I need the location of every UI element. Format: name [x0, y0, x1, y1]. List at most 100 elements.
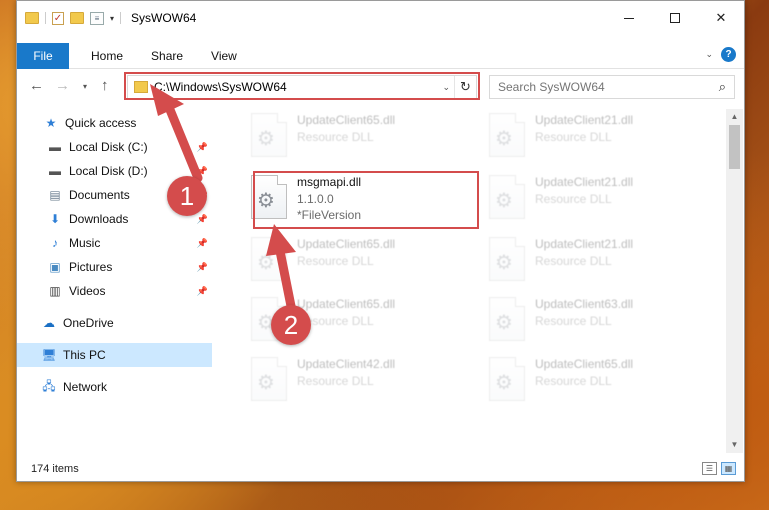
up-button[interactable]: ↑ — [101, 77, 109, 94]
search-icon[interactable]: ⌕ — [719, 79, 726, 95]
toolbar-divider — [120, 12, 122, 24]
sidebar-item-pictures[interactable]: ▣ Pictures 📌 — [17, 255, 212, 279]
file-name: UpdateClient21.dll — [535, 113, 634, 127]
scroll-up-icon[interactable]: ▲ — [726, 109, 743, 125]
file-description: Resource DLL — [535, 130, 612, 144]
search-box[interactable]: ⌕ — [489, 75, 735, 99]
file-highlight-box — [253, 171, 479, 229]
tab-file[interactable]: File — [17, 42, 69, 69]
dll-file-icon — [251, 113, 287, 157]
sidebar-item-local-disk-c[interactable]: ▬ Local Disk (C:) 📌 — [17, 135, 212, 159]
ribbon-right-controls: ⌄ ? — [705, 47, 736, 62]
close-button[interactable]: ✕ — [698, 1, 744, 35]
tiles-view-icon[interactable]: ▦ — [721, 462, 736, 475]
star-icon: ★ — [45, 116, 57, 130]
file-description: Resource DLL — [297, 130, 374, 144]
window-title: SysWOW64 — [131, 11, 197, 25]
navigation-pane: ★ Quick access ▬ Local Disk (C:) 📌 ▬ Loc… — [17, 109, 212, 453]
view-switcher: ☰ ▦ — [702, 462, 736, 475]
scroll-thumb[interactable] — [729, 125, 740, 169]
file-description: Resource DLL — [297, 374, 374, 388]
sidebar-item-label: Videos — [69, 284, 106, 298]
toolbar-dropdown-icon[interactable]: ▾ — [110, 14, 114, 23]
list-item[interactable]: UpdateClient21.dll Resource DLL — [481, 109, 711, 165]
ribbon-tabs: File Home Share View ⌄ ? — [17, 42, 744, 69]
file-name: UpdateClient21.dll — [535, 237, 634, 251]
window-controls: ✕ — [606, 1, 744, 35]
scroll-down-icon[interactable]: ▼ — [726, 437, 743, 453]
sidebar-item-label: Pictures — [69, 260, 113, 274]
help-button[interactable]: ? — [721, 47, 736, 62]
step-2-badge: 2 — [271, 305, 311, 345]
title-bar: ✓ ≡ ▾ SysWOW64 ✕ — [17, 1, 744, 35]
sidebar-item-label: Downloads — [69, 212, 129, 226]
file-description: Resource DLL — [535, 374, 612, 388]
documents-icon: ▤ — [49, 188, 61, 202]
computer-icon: 🖥 — [41, 348, 57, 362]
file-description: Resource DLL — [535, 192, 612, 206]
customize-icon[interactable]: ≡ — [90, 11, 104, 25]
details-view-icon[interactable]: ☰ — [702, 462, 717, 475]
dll-file-icon — [489, 357, 525, 401]
expand-ribbon-icon[interactable]: ⌄ — [705, 49, 713, 60]
list-item[interactable]: UpdateClient65.dll Resource DLL — [243, 109, 473, 165]
recent-locations-icon[interactable]: ▾ — [83, 82, 87, 91]
vertical-scrollbar[interactable]: ▲ ▼ — [726, 109, 743, 453]
sidebar-item-label: Quick access — [65, 116, 137, 130]
minimize-button[interactable] — [606, 1, 652, 35]
forward-button[interactable]: → — [55, 77, 70, 94]
status-bar: 174 items ☰ ▦ — [17, 457, 744, 481]
dll-file-icon — [489, 175, 525, 219]
tab-home[interactable]: Home — [77, 49, 137, 63]
quick-access-toolbar: ✓ ≡ ▾ — [17, 11, 122, 25]
step-1-badge: 1 — [167, 176, 207, 216]
file-description: Resource DLL — [535, 254, 612, 268]
sidebar-item-label: Documents — [69, 188, 130, 202]
list-item[interactable]: UpdateClient63.dll Resource DLL — [481, 293, 711, 349]
list-item[interactable]: UpdateClient42.dll Resource DLL — [243, 353, 473, 409]
tab-view[interactable]: View — [197, 49, 251, 63]
item-count: 174 items — [31, 463, 79, 475]
file-name: UpdateClient65.dll — [535, 357, 634, 371]
file-description: Resource DLL — [535, 314, 612, 328]
videos-icon: ▥ — [49, 284, 61, 298]
list-item[interactable]: UpdateClient65.dll Resource DLL — [243, 233, 473, 289]
dll-file-icon — [489, 113, 525, 157]
file-name: UpdateClient63.dll — [535, 297, 634, 311]
maximize-icon — [670, 13, 680, 23]
file-name: UpdateClient65.dll — [297, 237, 396, 251]
pin-icon: 📌 — [196, 165, 208, 176]
back-button[interactable]: ← — [29, 77, 44, 94]
list-item[interactable]: UpdateClient65.dll Resource DLL — [481, 353, 711, 409]
search-input[interactable] — [490, 80, 719, 94]
file-name: UpdateClient65.dll — [297, 113, 396, 127]
sidebar-item-label: Local Disk (D:) — [69, 164, 148, 178]
file-description: Resource DLL — [297, 314, 374, 328]
sidebar-item-quick-access[interactable]: ★ Quick access — [17, 111, 212, 135]
new-folder-icon[interactable] — [70, 12, 84, 24]
sidebar-item-label: This PC — [63, 348, 106, 362]
file-list: UpdateClient65.dll Resource DLL msgmapi.… — [227, 109, 727, 453]
download-icon: ⬇ — [49, 212, 61, 226]
dll-file-icon — [489, 297, 525, 341]
network-icon: 🖧 — [42, 378, 56, 393]
close-icon: ✕ — [715, 10, 727, 25]
sidebar-item-onedrive[interactable]: ☁ OneDrive — [17, 311, 212, 335]
list-item[interactable]: UpdateClient21.dll Resource DLL — [481, 171, 711, 227]
file-name: UpdateClient21.dll — [535, 175, 634, 189]
explorer-window: ✓ ≡ ▾ SysWOW64 ✕ File Home Share View ⌄ … — [16, 0, 745, 482]
pictures-icon: ▣ — [49, 260, 61, 274]
sidebar-item-network[interactable]: 🖧 Network — [17, 375, 212, 399]
sidebar-item-label: Network — [63, 380, 108, 394]
tab-share[interactable]: Share — [137, 49, 197, 63]
drive-icon: ▬ — [49, 164, 61, 178]
properties-check-icon[interactable]: ✓ — [52, 11, 64, 25]
list-item[interactable]: UpdateClient21.dll Resource DLL — [481, 233, 711, 289]
maximize-button[interactable] — [652, 1, 698, 35]
sidebar-item-label: Local Disk (C:) — [69, 140, 148, 154]
sidebar-item-label: Music — [69, 236, 101, 250]
sidebar-item-videos[interactable]: ▥ Videos 📌 — [17, 279, 212, 303]
sidebar-item-this-pc[interactable]: 🖥 This PC — [17, 343, 212, 367]
pin-icon: 📌 — [196, 237, 208, 248]
sidebar-item-music[interactable]: ♪ Music 📌 — [17, 231, 212, 255]
